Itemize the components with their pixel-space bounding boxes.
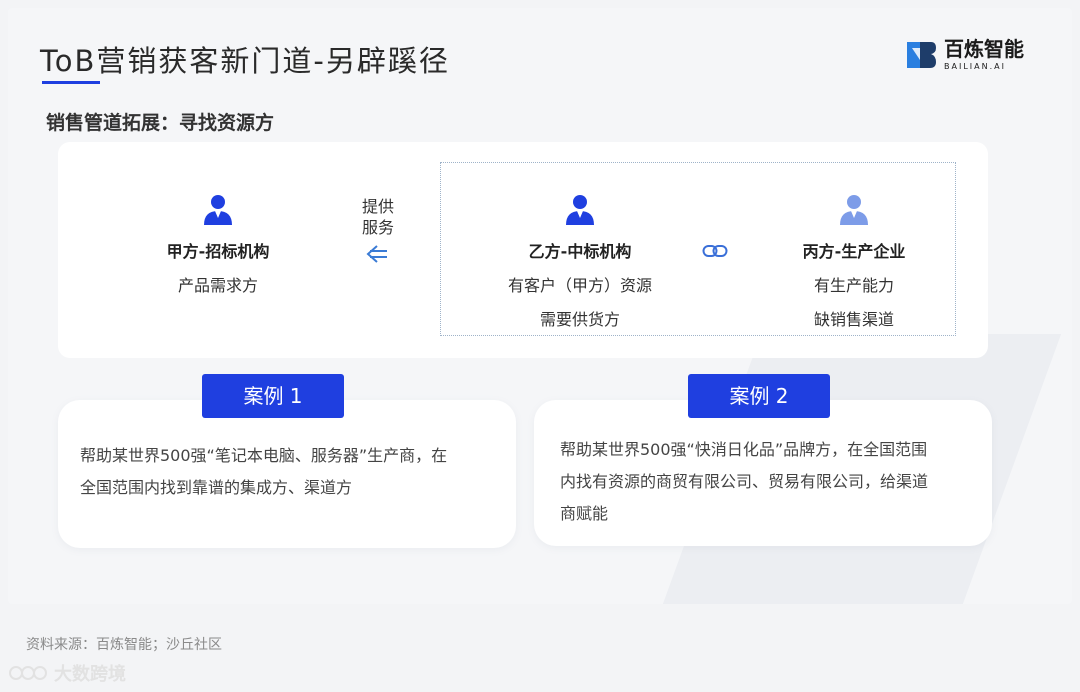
case-2-text: 帮助某世界500强“快消日化品”品牌方，在全国范围 内找有资源的商贸有限公司、贸…	[560, 434, 928, 530]
provide-text-1: 提供	[361, 197, 394, 216]
link-icon	[702, 245, 728, 257]
person-icon	[840, 195, 868, 225]
person-icon	[204, 195, 232, 225]
case-1-card: 帮助某世界500强“笔记本电脑、服务器”生产商，在 全国范围内找到靠谱的集成方、…	[58, 400, 516, 548]
logo-icon	[907, 42, 936, 68]
brand-logo: 百炼智能 BAILIAN.AI	[904, 38, 1024, 72]
case-1-line-2: 全国范围内找到靠谱的集成方、渠道方	[80, 478, 353, 497]
party-b-name: 乙方-中标机构	[528, 242, 632, 261]
case-1-line-1: 帮助某世界500强“笔记本电脑、服务器”生产商，在	[80, 446, 448, 465]
party-b-desc-1: 有客户（甲方）资源	[507, 276, 652, 295]
logo-text: 百炼智能	[944, 37, 1024, 61]
case-1-badge: 案例 1	[202, 374, 344, 418]
party-b: 乙方-中标机构 有客户（甲方）资源 需要供货方	[490, 192, 670, 340]
party-c-desc-2: 缺销售渠道	[813, 310, 894, 329]
section-subtitle: 销售管道拓展：寻找资源方	[46, 112, 275, 134]
provide-text-2: 服务	[361, 218, 394, 237]
logo-subtext: BAILIAN.AI	[944, 62, 1006, 71]
watermark-text: 大数跨境	[54, 664, 126, 685]
party-c-name: 丙方-生产企业	[802, 242, 906, 261]
watermark-logo-icon	[9, 666, 47, 680]
title-underline	[42, 81, 100, 84]
provide-service-label: 提供 服务	[348, 196, 408, 264]
case-2-badge: 案例 2	[688, 374, 830, 418]
party-b-desc-2: 需要供货方	[539, 310, 620, 329]
case-1-text: 帮助某世界500强“笔记本电脑、服务器”生产商，在 全国范围内找到靠谱的集成方、…	[80, 440, 447, 504]
slide: ToB营销获客新门道-另辟蹊径 百炼智能 BAILIAN.AI 销售管道拓展：寻…	[8, 8, 1072, 604]
arrow-left-icon	[366, 245, 387, 263]
watermark: 大数跨境	[8, 660, 126, 686]
case-2-line-1: 帮助某世界500强“快消日化品”品牌方，在全国范围	[560, 440, 928, 459]
diagram-panel: 甲方-招标机构 产品需求方 提供 服务 乙方-中标机构 有客户（甲方）资源 需要…	[58, 142, 988, 358]
source-note: 资料来源：百炼智能；沙丘社区	[26, 637, 222, 653]
case-2-card: 帮助某世界500强“快消日化品”品牌方，在全国范围 内找有资源的商贸有限公司、贸…	[534, 400, 992, 546]
case-2-line-2: 内找有资源的商贸有限公司、贸易有限公司，给渠道	[560, 472, 929, 491]
person-icon	[566, 195, 594, 225]
page-title: ToB营销获客新门道-另辟蹊径	[40, 44, 450, 78]
party-a-name: 甲方-招标机构	[166, 242, 270, 261]
case-2-line-3: 商赋能	[560, 504, 609, 523]
party-a-desc: 产品需求方	[177, 276, 258, 295]
party-c-desc-1: 有生产能力	[813, 276, 894, 295]
party-a: 甲方-招标机构 产品需求方	[138, 192, 298, 306]
party-c: 丙方-生产企业 有生产能力 缺销售渠道	[770, 192, 938, 340]
